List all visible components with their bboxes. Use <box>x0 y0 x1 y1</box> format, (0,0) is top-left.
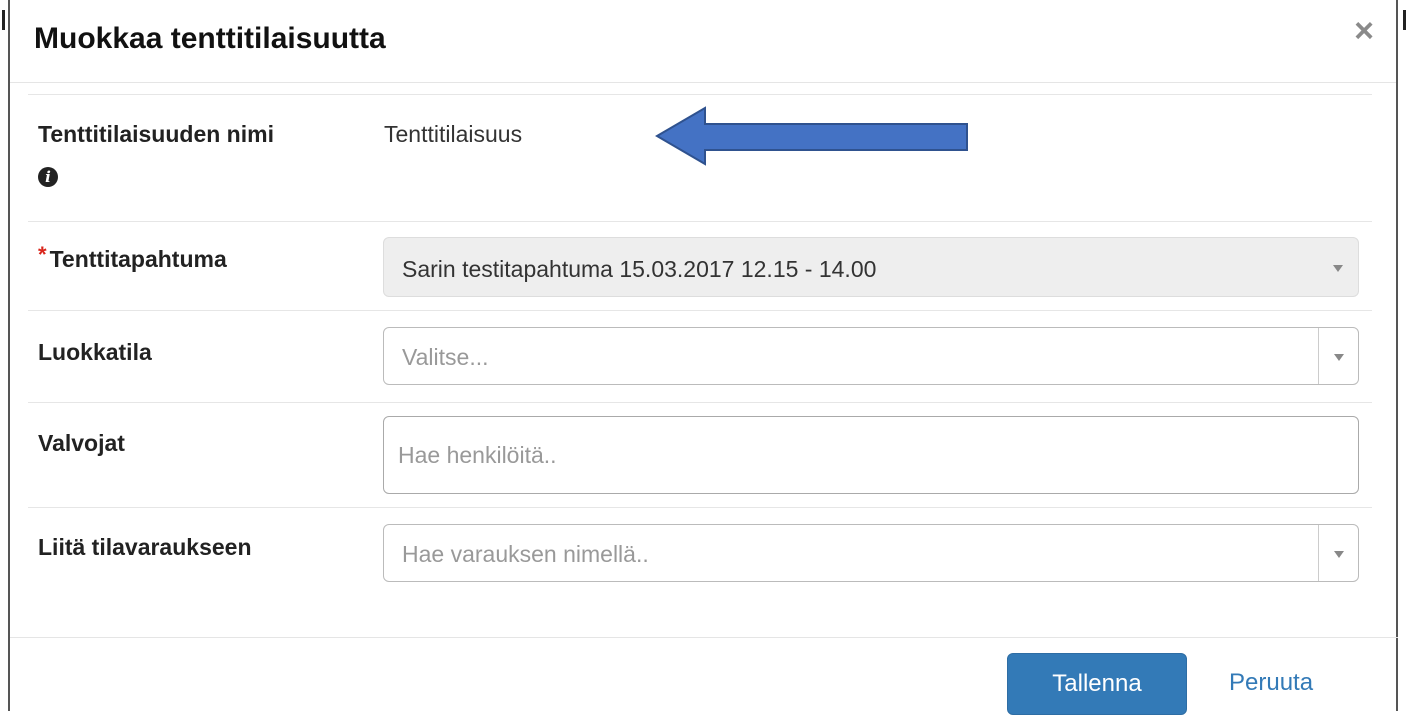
exam-event-label: * Tenttitapahtuma <box>38 242 227 273</box>
close-icon[interactable]: × <box>1354 14 1374 48</box>
save-button[interactable]: Tallenna <box>1007 653 1187 715</box>
row-divider-4 <box>28 507 1372 508</box>
background-edge-left <box>2 10 5 30</box>
row-divider-2 <box>28 310 1372 311</box>
cancel-link[interactable]: Peruuta <box>1229 669 1313 697</box>
background-edge-right <box>1403 10 1406 30</box>
supervisors-search-input[interactable] <box>383 416 1359 494</box>
exam-event-label-text: Tenttitapahtuma <box>49 246 227 272</box>
row-divider-1 <box>28 221 1372 222</box>
exam-event-caret-zone <box>1318 238 1358 296</box>
chevron-down-icon <box>1333 354 1344 361</box>
reservation-placeholder: Hae varauksen nimellä.. <box>402 541 649 567</box>
room-label: Luokkatila <box>38 339 152 365</box>
room-placeholder: Valitse... <box>402 344 489 370</box>
chevron-down-icon <box>1333 265 1343 272</box>
reservation-label: Liitä tilavaraukseen <box>38 534 252 560</box>
session-name-label: Tenttitilaisuuden nimi <box>38 121 274 147</box>
session-name-value: Tenttitilaisuus <box>384 121 523 147</box>
modal-title: Muokkaa tenttitilaisuutta <box>34 22 386 55</box>
screenshot-frame: Muokkaa tenttitilaisuutta × Tenttitilais… <box>0 0 1409 715</box>
room-select[interactable]: Valitse... <box>383 327 1359 385</box>
exam-event-selected-value: Sarin testitapahtuma 15.03.2017 12.15 - … <box>402 256 877 282</box>
reservation-caret-zone[interactable] <box>1318 525 1358 581</box>
modal-header: Muokkaa tenttitilaisuutta × <box>10 0 1396 83</box>
form-top-divider <box>28 94 1372 95</box>
left-arrow-icon <box>655 106 968 166</box>
supervisors-label: Valvojat <box>38 430 125 456</box>
info-circle-icon[interactable]: i <box>38 167 58 187</box>
exam-event-select[interactable]: Sarin testitapahtuma 15.03.2017 12.15 - … <box>383 237 1359 297</box>
room-caret-zone[interactable] <box>1318 328 1358 384</box>
modal-footer-divider <box>10 637 1398 638</box>
row-divider-3 <box>28 402 1372 403</box>
reservation-select[interactable]: Hae varauksen nimellä.. <box>383 524 1359 582</box>
required-marker: * <box>38 242 47 267</box>
chevron-down-icon <box>1333 551 1344 558</box>
